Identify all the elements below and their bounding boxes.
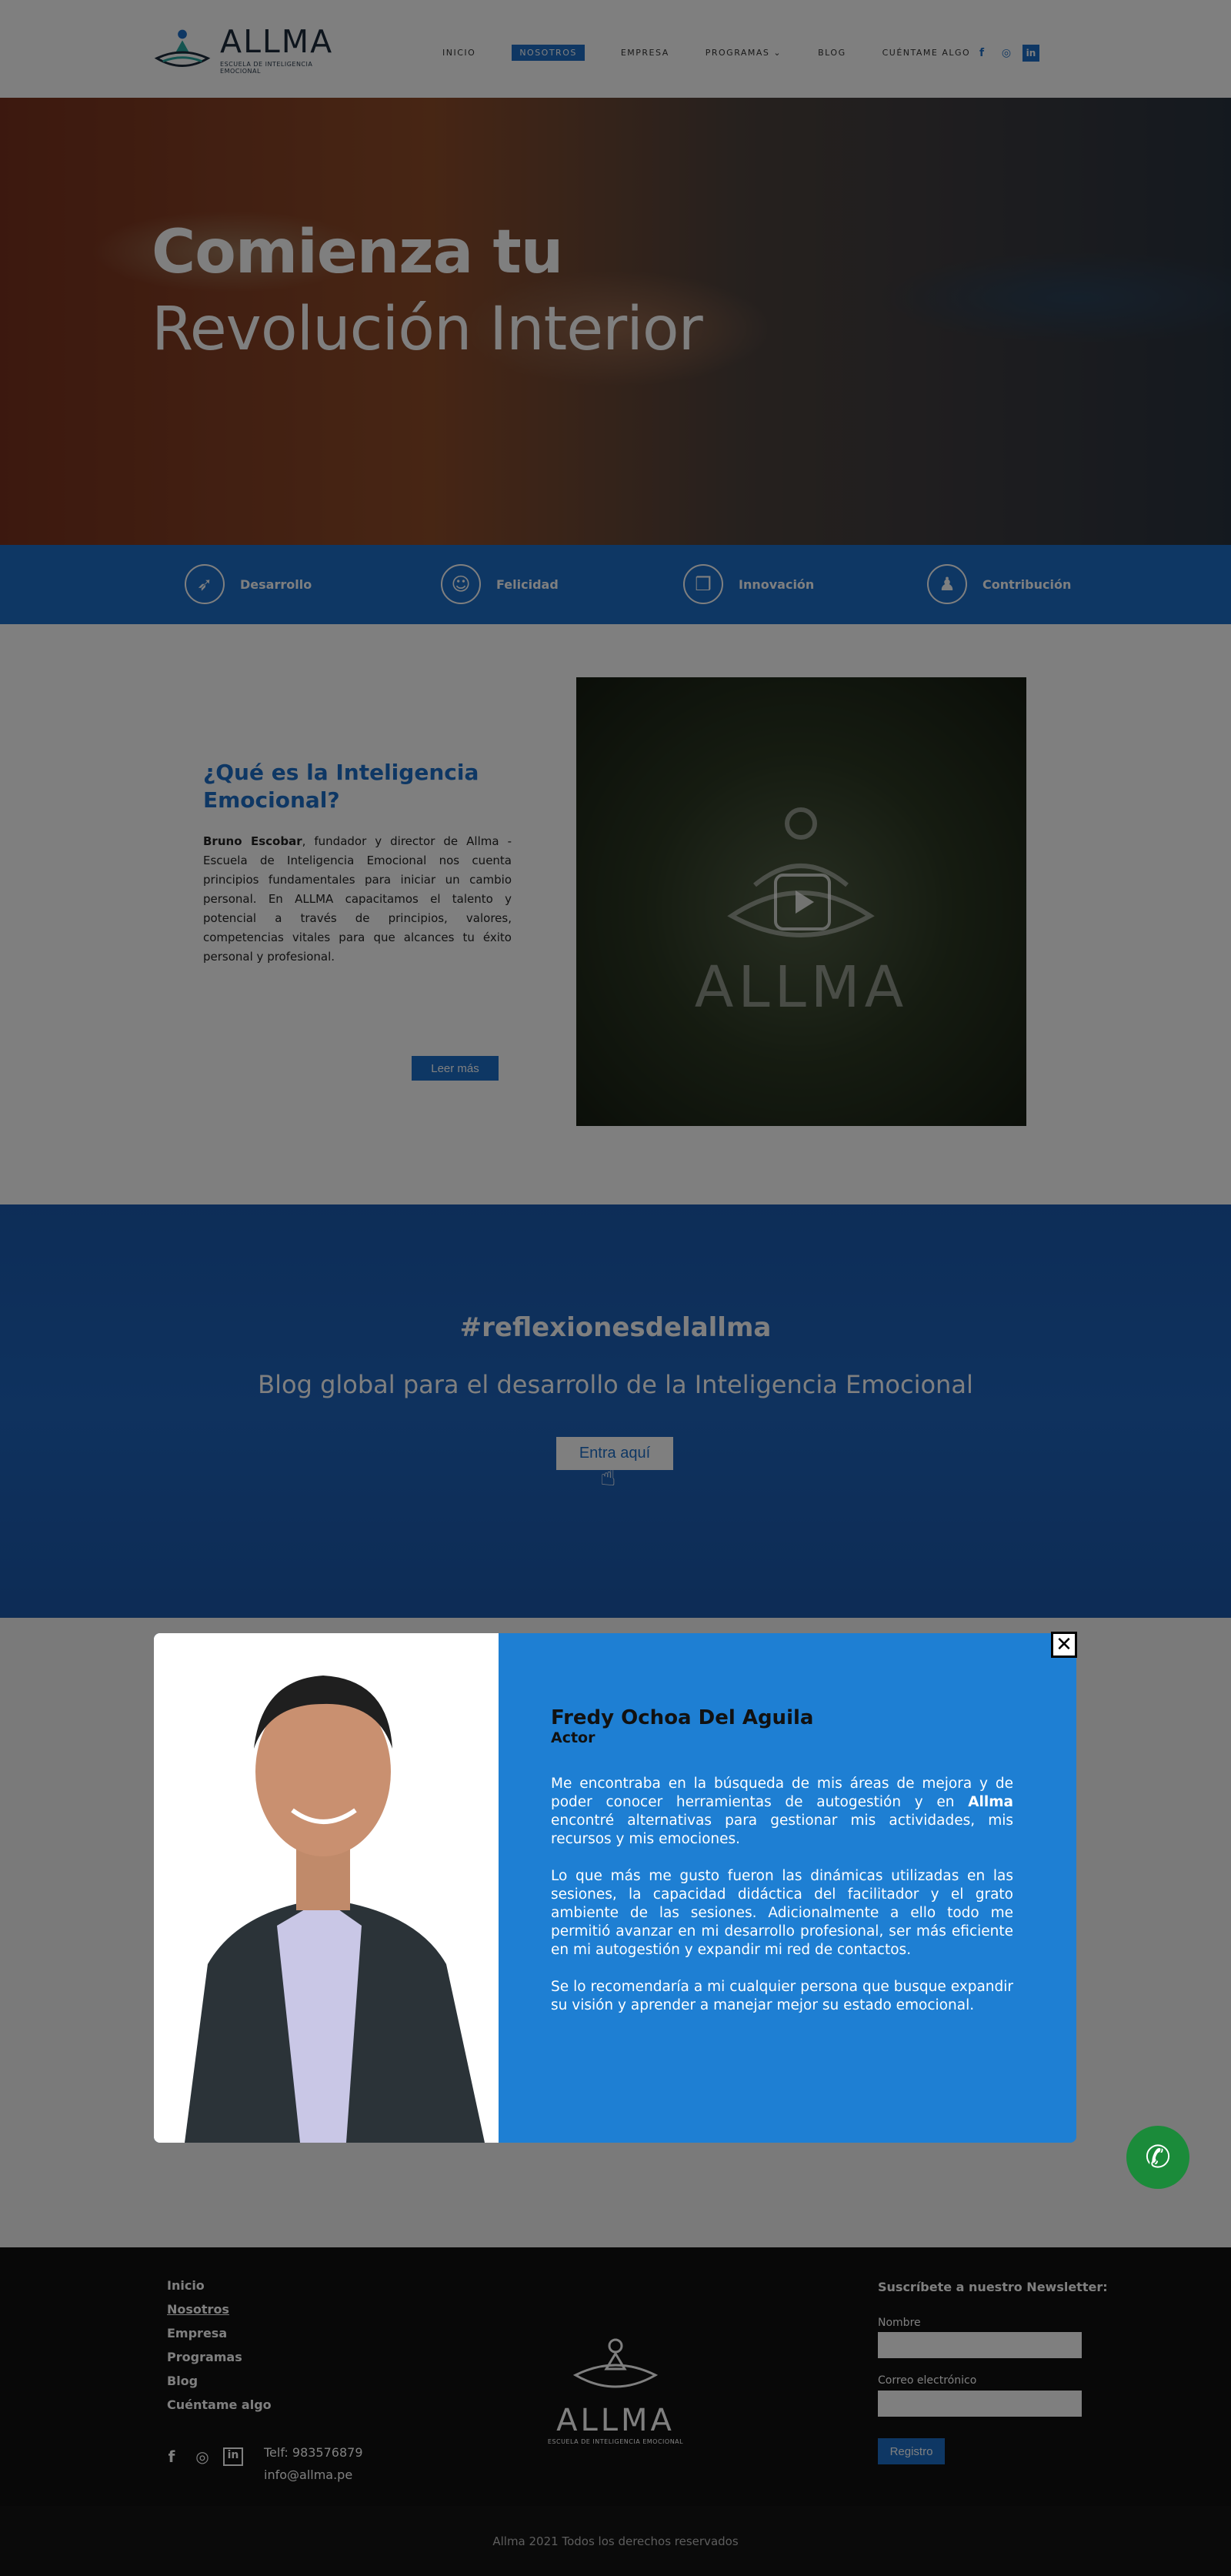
testimonial-modal: Fredy Ochoa Del Aguila Actor Me encontra… — [154, 1633, 1076, 2143]
testimonial-paragraph-2: Lo que más me gusto fueron las dinámicas… — [551, 1868, 1013, 1958]
testimonial-body: Me encontraba en la búsqueda de mis área… — [551, 1775, 1013, 2033]
modal-backdrop[interactable] — [0, 0, 1231, 2576]
testimonial-name: Fredy Ochoa Del Aguila — [551, 1706, 814, 1729]
whatsapp-button[interactable]: ✆ — [1126, 2126, 1189, 2189]
person-portrait-icon — [154, 1633, 499, 2143]
p1-end: encontré alternativas para gestionar mis… — [551, 1813, 1013, 1847]
testimonial-paragraph-3: Se lo recomendaría a mi cualquier person… — [551, 1979, 1013, 2013]
p1-start: Me encontraba en la búsqueda de mis área… — [551, 1776, 1013, 1810]
p1-brand: Allma — [968, 1794, 1013, 1810]
testimonial-role: Actor — [551, 1729, 595, 1746]
testimonial-paragraph-1: Me encontraba en la búsqueda de mis área… — [551, 1775, 1013, 1849]
whatsapp-icon: ✆ — [1145, 2140, 1171, 2175]
close-modal-button[interactable]: ✕ — [1051, 1632, 1077, 1658]
testimonial-photo — [154, 1633, 499, 2143]
